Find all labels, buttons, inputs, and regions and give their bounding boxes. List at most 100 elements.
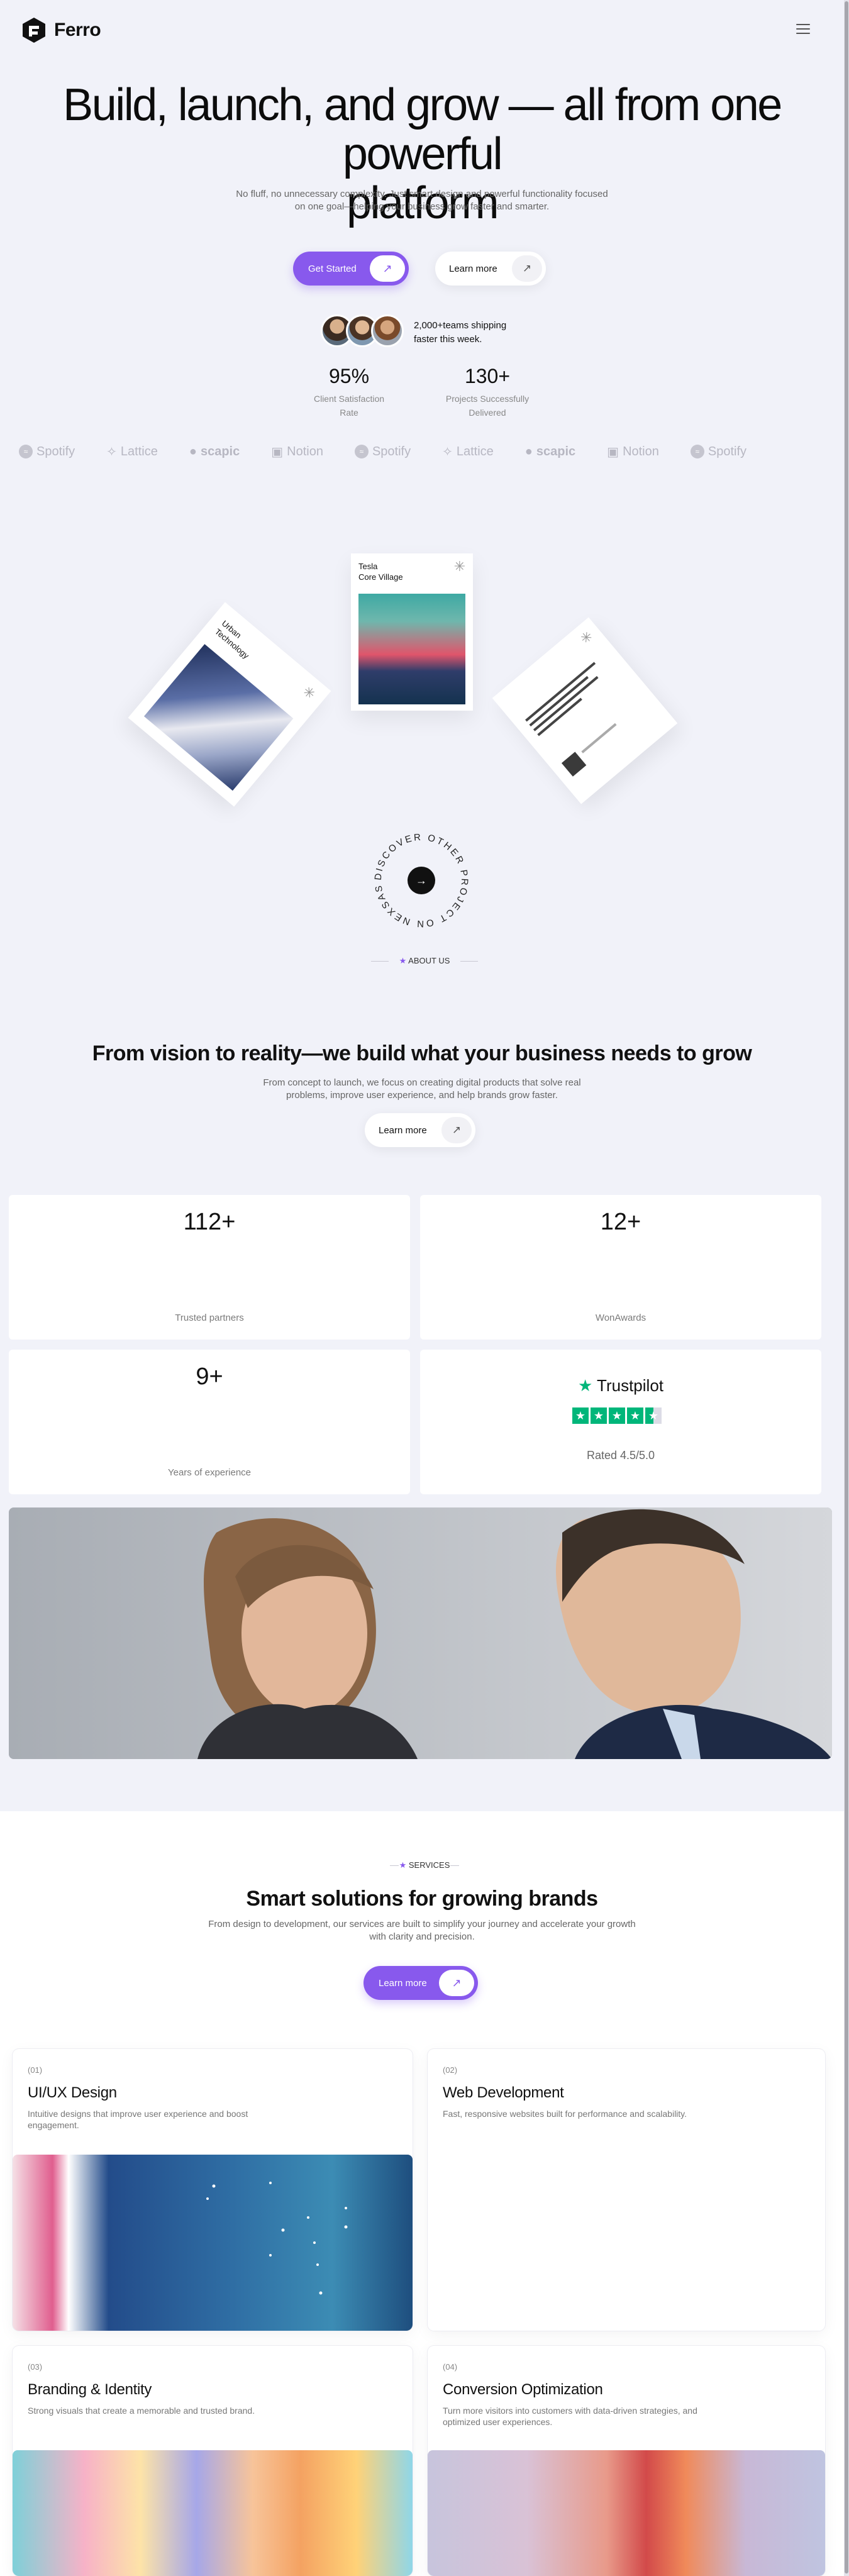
project-card-article[interactable]: ✳ xyxy=(492,617,678,804)
service-index: (03) xyxy=(28,2362,43,2372)
project-image xyxy=(358,594,465,704)
service-desc: Fast, responsive websites built for perf… xyxy=(443,2109,687,2119)
stat-card-partners: 112+ Trusted partners xyxy=(9,1195,410,1340)
project-title: Urban Technology xyxy=(213,618,258,661)
stat-value: 130+ xyxy=(464,365,511,387)
logo-label: scapic xyxy=(536,444,576,458)
service-index: (04) xyxy=(443,2362,458,2372)
trustpilot-logo: ★ Trustpilot xyxy=(420,1376,821,1396)
scrollbar[interactable] xyxy=(844,0,849,2576)
stat-card-value: 112+ xyxy=(183,1209,236,1235)
star-icon: ★ xyxy=(591,1407,607,1424)
service-image xyxy=(13,2450,413,2576)
article-meta-line xyxy=(581,723,617,753)
asterisk-icon: ✳ xyxy=(299,682,319,702)
star-icon: ★ xyxy=(399,1860,407,1870)
logo-lattice: ✧ Lattice xyxy=(106,444,158,460)
stat-card-label: Years of experience xyxy=(167,1467,252,1478)
arrow-right-icon: → xyxy=(416,874,427,887)
project-image xyxy=(143,644,294,791)
services-badge: ★ SERVICES xyxy=(390,1860,459,1870)
stat-card-label: WonAwards xyxy=(595,1313,646,1323)
team-photo-illustration xyxy=(9,1507,832,1759)
get-started-label: Get Started xyxy=(308,263,357,274)
trustpilot-star-icon: ★ xyxy=(577,1376,593,1395)
service-desc: Strong visuals that create a memorable a… xyxy=(28,2406,255,2416)
about-learn-more-label: Learn more xyxy=(379,1124,427,1136)
about-subtitle: From concept to launch, we focus on crea… xyxy=(263,1077,581,1101)
project-card-tesla[interactable]: Tesla Core Village ✳ xyxy=(351,553,473,711)
hamburger-menu-icon[interactable] xyxy=(796,24,810,34)
team-photo xyxy=(9,1507,832,1759)
star-half-icon: ★ xyxy=(645,1407,662,1424)
stat-label-line2: Delivered xyxy=(469,408,506,418)
stat-projects: 130+ Projects Successfully Delivered xyxy=(431,365,544,419)
service-title: UI/UX Design xyxy=(28,2084,117,2101)
service-index: (01) xyxy=(28,2065,43,2075)
article-thumbnail xyxy=(561,752,587,777)
team-avatars xyxy=(321,314,404,347)
hero-learn-more-button[interactable]: Learn more ↗ xyxy=(435,252,546,286)
star-icon: ★ xyxy=(627,1407,643,1424)
notion-icon: ▣ xyxy=(271,445,284,459)
spotify-icon: ≈ xyxy=(19,445,33,458)
service-desc: Turn more visitors into customers with d… xyxy=(443,2406,697,2427)
services-learn-more-button[interactable]: Learn more ↗ xyxy=(363,1966,478,2000)
service-title: Conversion Optimization xyxy=(443,2381,603,2398)
service-desc: Intuitive designs that improve user expe… xyxy=(28,2109,248,2130)
logo-label: Spotify xyxy=(708,444,747,458)
asterisk-icon: ✳ xyxy=(577,628,596,648)
hero-learn-more-label: Learn more xyxy=(449,263,497,274)
project-card-urban[interactable]: Urban Technology ✳ xyxy=(128,602,331,807)
star-icon: ★ xyxy=(572,1407,589,1424)
service-card-branding[interactable]: (03) Branding & Identity Strong visuals … xyxy=(13,2346,413,2576)
about-badge-label: ABOUT US xyxy=(408,956,450,965)
star-icon: ★ xyxy=(609,1407,625,1424)
trustpilot-card: ★ Trustpilot ★ ★ ★ ★ ★ Rated 4.5/5.0 xyxy=(420,1350,821,1494)
logo-label: Notion xyxy=(287,444,323,458)
logo-scapic: ● scapic xyxy=(525,445,575,459)
services-learn-more-label: Learn more xyxy=(379,1977,427,1989)
project-title: Tesla Core Village xyxy=(358,561,403,582)
spotify-icon: ≈ xyxy=(354,445,369,458)
hero-subtitle: No fluff, no unnecessary complexity. Jus… xyxy=(236,189,608,212)
arrow-up-right-icon: ↗ xyxy=(512,255,542,282)
brand-name: Ferro xyxy=(54,19,101,40)
discover-projects-badge[interactable]: DISCOVER OTHER PROJECT ON NEXSAS • → xyxy=(365,824,478,937)
arrow-up-right-icon: ↗ xyxy=(370,255,405,282)
service-card-uiux[interactable]: (01) UI/UX Design Intuitive designs that… xyxy=(13,2049,413,2331)
stat-label: Client Satisfaction Rate xyxy=(296,392,402,419)
scrollbar-thumb[interactable] xyxy=(845,1,848,2573)
stat-satisfaction: 95% Client Satisfaction Rate xyxy=(296,365,402,419)
brand-logo[interactable]: Ferro xyxy=(20,16,101,44)
services-subtitle: From design to development, our services… xyxy=(208,1919,636,1942)
trustpilot-rating: Rated 4.5/5.0 xyxy=(586,1449,655,1462)
logo-label: Spotify xyxy=(36,444,75,458)
logo-scapic: ● scapic xyxy=(189,445,240,459)
stat-label-line1: Client Satisfaction xyxy=(313,394,385,404)
arrow-up-right-icon: ↗ xyxy=(441,1117,472,1143)
stat-card-value: 9+ xyxy=(196,1363,223,1390)
services-title: Smart solutions for growing brands xyxy=(246,1887,598,1911)
logo-label: Spotify xyxy=(372,444,411,458)
stat-label: Projects Successfully Delivered xyxy=(431,392,544,419)
ferro-logo-icon xyxy=(23,18,45,43)
logo-notion: ▣ Notion xyxy=(271,444,323,460)
about-badge: ★ ABOUT US xyxy=(371,956,478,966)
stat-label-line1: Projects Successfully xyxy=(445,394,530,404)
logo-label: Notion xyxy=(623,444,659,458)
logo-spotify: ≈ Spotify xyxy=(19,445,75,459)
trustpilot-brand: Trustpilot xyxy=(597,1376,664,1395)
service-card-web[interactable]: (02) Web Development Fast, responsive we… xyxy=(428,2049,825,2331)
project-title-line1: Tesla xyxy=(358,562,378,571)
service-index: (02) xyxy=(443,2065,458,2075)
scapic-icon: ● xyxy=(189,444,197,458)
stat-label-line2: Rate xyxy=(340,408,358,418)
client-logos-strip: ≈ Spotify ✧ Lattice ● scapic ▣ Notion ≈ Spoti… xyxy=(19,440,836,463)
logo-spotify: ≈ Spotify xyxy=(354,444,411,459)
social-proof-text: 2,000+teams shipping faster this week. xyxy=(414,320,507,345)
about-title: From vision to reality—we build what you… xyxy=(92,1041,752,1065)
about-learn-more-button[interactable]: Learn more ↗ xyxy=(365,1113,475,1147)
get-started-button[interactable]: Get Started ↗ xyxy=(293,252,409,286)
service-card-conversion[interactable]: (04) Conversion Optimization Turn more v… xyxy=(428,2346,825,2576)
